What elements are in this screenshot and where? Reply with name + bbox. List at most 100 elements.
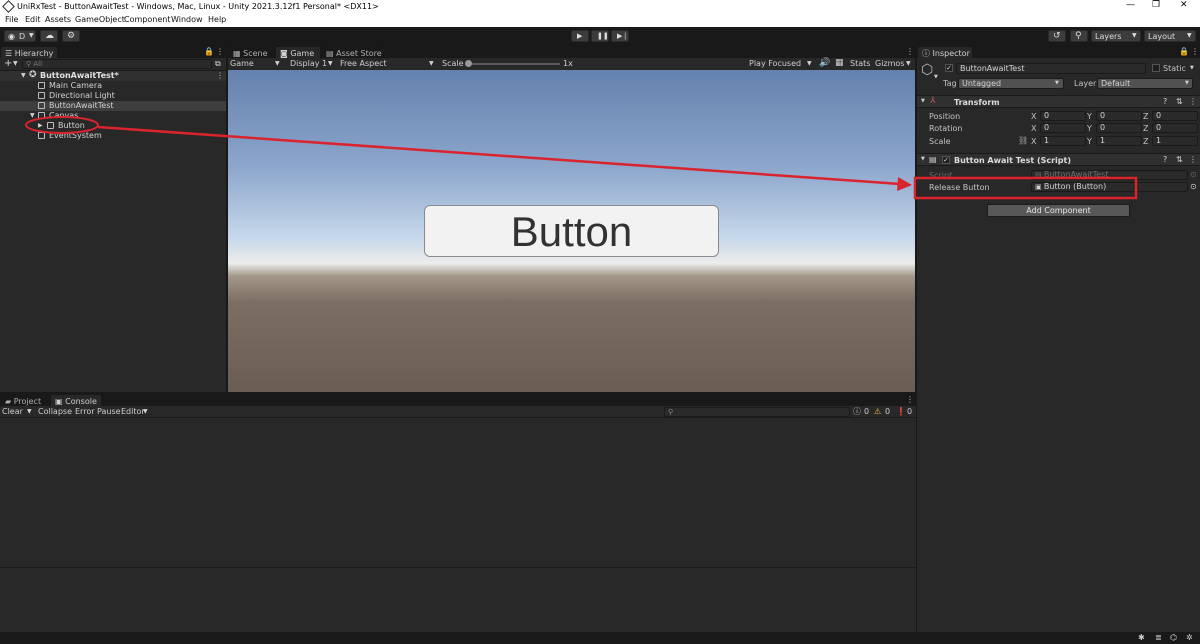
play-focused-dropdown[interactable]: Play Focused [749,60,801,68]
history-button[interactable]: ↺ [1048,30,1066,42]
menu-file[interactable]: File [5,16,18,24]
gizmos-dropdown[interactable]: Gizmos [875,60,904,68]
preset-icon[interactable]: ⇅ [1176,98,1183,106]
maximize-icon[interactable]: ❐ [1152,1,1160,10]
add-icon[interactable]: + [4,59,12,69]
chevron-down-icon[interactable]: ▼ [30,113,35,119]
position-y-field[interactable]: 0 [1096,111,1142,121]
console-splitter[interactable] [0,567,916,568]
more-menu-icon[interactable]: ⋮ [216,72,224,80]
menu-component[interactable]: Component [124,16,170,24]
layout-dropdown[interactable]: Layout ▼ [1144,30,1196,42]
scale-y-field[interactable]: 1 [1096,136,1142,146]
console-search-input[interactable]: ⚲ [664,407,850,417]
warning-icon[interactable]: ⚠ [874,408,881,416]
chevron-down-icon[interactable]: ▼ [921,99,925,104]
rotation-x-field[interactable]: 0 [1040,123,1086,133]
more-menu-icon[interactable]: ⋮ [1189,98,1197,106]
step-button[interactable]: ▶❘ [611,30,629,42]
add-component-button[interactable]: Add Component [987,204,1130,217]
menu-window[interactable]: Window [171,16,203,24]
lock-icon[interactable]: 🔒 [204,48,214,56]
chevron-right-icon[interactable]: ▶ [38,123,43,129]
chevron-down-icon[interactable]: ▼ [21,73,26,79]
aspect-dropdown[interactable]: Free Aspect [340,60,387,68]
scale-slider-handle[interactable] [465,60,472,67]
link-icon[interactable]: ⛓ [1018,137,1028,145]
minimize-icon[interactable]: — [1126,1,1135,10]
info-icon[interactable]: ⓘ [853,408,861,416]
filter-icon[interactable]: ⧉ [215,60,221,68]
axis-x-label[interactable]: X [1031,113,1036,121]
pause-button[interactable]: ❚❚ [591,30,609,42]
axis-y-label[interactable]: Y [1087,138,1092,146]
hierarchy-item-directional-light[interactable]: Directional Light [0,91,226,101]
scale-z-field[interactable]: 1 [1152,136,1198,146]
tab-game[interactable]: ◙ Game [276,47,320,58]
progress-icon[interactable]: ⌬ [1170,634,1177,642]
more-menu-icon[interactable]: ⋮ [1189,156,1197,164]
more-menu-icon[interactable]: ⋮ [216,48,224,56]
axis-z-label[interactable]: Z [1143,138,1148,146]
axis-x-label[interactable]: X [1031,138,1036,146]
rotation-y-field[interactable]: 0 [1096,123,1142,133]
release-button-field[interactable]: ▣ Button (Button) [1031,182,1188,192]
rotation-z-field[interactable]: 0 [1152,123,1198,133]
stack-icon[interactable]: ≣ [1155,634,1162,642]
axis-z-label[interactable]: Z [1143,125,1148,133]
script-component-header[interactable]: ▼ ▤ ✓ Button Await Test (Script) ? ⇅ ⋮ [917,153,1200,166]
account-button[interactable]: ◉ D ▼ [4,30,36,42]
chevron-down-icon[interactable]: ▼ [27,409,32,415]
tab-scene[interactable]: ▦ Scene [229,47,275,58]
tab-asset-store[interactable]: ▤ Asset Store [322,47,384,58]
game-view[interactable]: Button [228,70,915,392]
collab-button[interactable]: ⚙ [62,30,80,42]
layers-dropdown[interactable]: Layers ▼ [1091,30,1141,42]
chevron-down-icon[interactable]: ▼ [921,157,925,162]
help-icon[interactable]: ? [1163,156,1167,164]
object-name-input[interactable]: ButtonAwaitTest [956,63,1146,74]
display-dropdown[interactable]: Display 1 [290,60,327,68]
collapse-button[interactable]: Collapse [38,408,72,416]
axis-x-label[interactable]: X [1031,125,1036,133]
axis-z-label[interactable]: Z [1143,113,1148,121]
active-checkbox[interactable]: ✓ [945,64,953,72]
scale-slider-track[interactable] [468,63,560,65]
hierarchy-search-input[interactable]: ⚲ All [22,59,212,69]
menu-edit[interactable]: Edit [25,16,41,24]
bug-icon[interactable]: ✱ [1138,634,1145,642]
preset-icon[interactable]: ⇅ [1176,156,1183,164]
tag-dropdown[interactable]: Untagged [958,78,1064,89]
error-pause-button[interactable]: Error Pause [75,408,121,416]
hierarchy-item-eventsystem[interactable]: EventSystem [0,131,226,141]
hierarchy-item-button[interactable]: ▶ Button [0,121,226,131]
hierarchy-item-buttonawaittest[interactable]: ButtonAwaitTest [0,101,226,111]
more-menu-icon[interactable]: ⋮ [906,48,914,56]
hierarchy-item-main-camera[interactable]: Main Camera [0,81,226,91]
game-ui-button[interactable]: Button [424,205,719,257]
object-picker-icon[interactable]: ⊙ [1190,183,1197,191]
chevron-down-icon[interactable]: ▼ [1190,66,1194,71]
hierarchy-item-canvas[interactable]: ▼ Canvas [0,111,226,121]
chevron-down-icon[interactable]: ▼ [934,75,938,80]
tab-inspector[interactable]: ⓘ Inspector [918,47,972,58]
chevron-down-icon[interactable]: ▼ [13,61,18,67]
stats-button[interactable]: Stats [850,60,870,68]
close-icon[interactable]: ✕ [1180,1,1188,10]
scale-x-field[interactable]: 1 [1040,136,1086,146]
position-x-field[interactable]: 0 [1040,111,1086,121]
search-button[interactable]: ⚲ [1070,30,1088,42]
static-checkbox[interactable] [1152,64,1160,72]
help-icon[interactable]: ? [1163,98,1167,106]
transform-header[interactable]: ▼ ⅄ Transform ? ⇅ ⋮ [917,95,1200,108]
more-menu-icon[interactable]: ⋮ [1191,48,1199,56]
lock-icon[interactable]: 🔒 [1179,48,1189,56]
settings-icon[interactable]: ✲ [1186,634,1193,642]
menu-gameobject[interactable]: GameObject [75,16,125,24]
tab-project[interactable]: ▰ Project [1,395,49,406]
play-button[interactable]: ▶ [571,30,589,42]
layer-dropdown[interactable]: Default [1097,78,1193,89]
menu-help[interactable]: Help [208,16,226,24]
position-z-field[interactable]: 0 [1152,111,1198,121]
axis-y-label[interactable]: Y [1087,113,1092,121]
